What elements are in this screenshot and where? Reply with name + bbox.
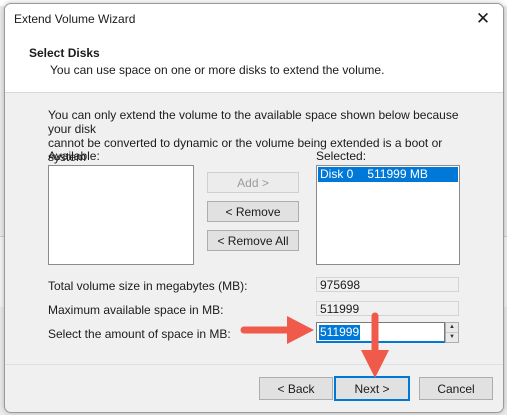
- page-subtitle: You can use space on one or more disks t…: [50, 63, 385, 77]
- cancel-button[interactable]: Cancel: [419, 377, 493, 400]
- total-size-label: Total volume size in megabytes (MB):: [48, 279, 248, 293]
- title-bar: Extend Volume Wizard ✕: [5, 4, 503, 34]
- max-space-label: Maximum available space in MB:: [48, 303, 224, 317]
- remove-all-button[interactable]: < Remove All: [207, 230, 299, 251]
- extend-volume-dialog: Extend Volume Wizard ✕ Select Disks You …: [4, 3, 504, 413]
- total-size-value: 975698: [316, 277, 459, 292]
- page-title: Select Disks: [29, 46, 100, 60]
- available-label: Available:: [48, 149, 100, 163]
- info-line-1: You can only extend the volume to the av…: [48, 108, 459, 136]
- wizard-header: Select Disks You can use space on one or…: [5, 34, 503, 93]
- selected-label: Selected:: [316, 149, 367, 163]
- disk-name: Disk 0: [320, 167, 354, 181]
- add-button[interactable]: Add >: [207, 172, 299, 193]
- max-space-value: 511999: [316, 301, 459, 316]
- selected-disks-list[interactable]: Disk 0 511999 MB: [316, 165, 460, 265]
- amount-value: 511999: [319, 325, 361, 340]
- close-icon: ✕: [475, 9, 491, 28]
- selected-disk-row[interactable]: Disk 0 511999 MB: [318, 167, 458, 182]
- available-disks-list[interactable]: [48, 165, 194, 265]
- amount-label: Select the amount of space in MB:: [48, 327, 231, 341]
- amount-input[interactable]: 511999: [316, 322, 445, 343]
- amount-spinner[interactable]: ▲ ▼: [445, 322, 459, 343]
- next-button[interactable]: Next >: [334, 376, 410, 401]
- info-line-2: cannot be converted to dynamic or the vo…: [48, 136, 443, 164]
- footer-divider: [5, 364, 503, 365]
- chevron-up-icon[interactable]: ▲: [446, 323, 458, 333]
- window-title: Extend Volume Wizard: [14, 12, 136, 26]
- back-button[interactable]: < Back: [259, 377, 333, 400]
- chevron-down-icon[interactable]: ▼: [446, 333, 458, 342]
- close-button[interactable]: ✕: [463, 4, 503, 34]
- remove-button[interactable]: < Remove: [207, 201, 299, 222]
- disk-size: 511999 MB: [367, 167, 428, 181]
